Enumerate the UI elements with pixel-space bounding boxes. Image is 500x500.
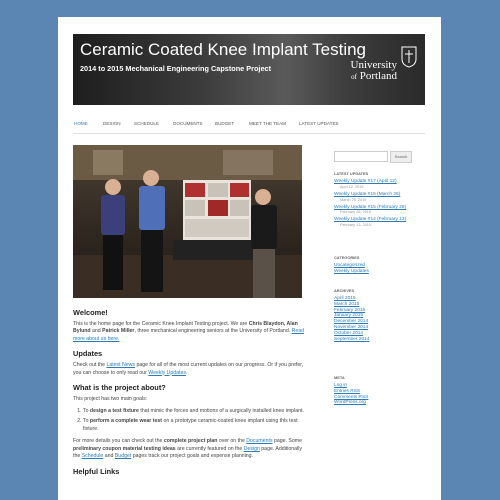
details-text-4: are currently featured on the: [175, 445, 244, 452]
nav-home[interactable]: HOME: [74, 121, 88, 126]
meta-entries-rss-link[interactable]: Entries RSS: [334, 389, 360, 394]
updates-text-1: Check out the: [73, 361, 107, 368]
updates-text-3: .: [185, 369, 188, 376]
latest-updates-title: LATEST UPDATES: [334, 171, 369, 176]
logo-text: University of Portland: [345, 60, 397, 83]
goal1-bold: design a test fixture: [89, 408, 139, 415]
university-logo: University of Portland: [345, 40, 419, 98]
goal1-post: that mimic the forces and motions of a s…: [138, 408, 304, 415]
archives-widget: ARCHIVES April 2015 March 2015 February …: [334, 288, 369, 342]
latest-updates-widget: LATEST UPDATES Weekly Update #17 (April …: [334, 171, 406, 230]
updates-heading: Updates: [73, 349, 103, 359]
meta-wordpress-link[interactable]: WordPress.org: [334, 400, 366, 405]
meta-widget: META Log in Entries RSS Comments RSS Wor…: [334, 375, 368, 406]
latest-date-2: March 25, 2015: [340, 197, 367, 202]
goal2-pre: To: [83, 417, 90, 424]
goal1-pre: To: [83, 408, 90, 415]
goals-list: To design a test fixture that mimic the …: [73, 408, 307, 433]
and-text: and: [90, 328, 103, 335]
budget-link[interactable]: Budget: [115, 453, 131, 459]
main-content: Welcome! This is the home page for the C…: [73, 302, 307, 480]
details-bold-1: complete project plan: [163, 438, 218, 445]
meta-login-link[interactable]: Log in: [334, 383, 347, 388]
site-subtitle: 2014 to 2015 Mechanical Engineering Caps…: [80, 64, 272, 73]
latest-news-link[interactable]: Latest News: [106, 362, 135, 368]
logo-portland: Portland: [359, 70, 397, 82]
details-text-3: page. Some: [272, 438, 302, 445]
archive-link[interactable]: April 2015: [334, 296, 356, 301]
goal-item-1: To design a test fixture that mimic the …: [83, 408, 307, 416]
names-2: Patrick Miller: [102, 328, 135, 335]
helpful-links-heading: Helpful Links: [73, 466, 120, 476]
logo-of: of: [351, 73, 357, 81]
archive-link[interactable]: September 2014: [334, 337, 369, 342]
category-weekly-updates[interactable]: Weekly Updates: [334, 269, 369, 274]
details-bold-2: preliminary coupon material testing idea…: [73, 445, 176, 452]
page-container: Ceramic Coated Knee Implant Testing 2014…: [58, 17, 441, 500]
latest-link-2[interactable]: Weekly Update #16 (March 26): [334, 192, 400, 197]
meta-title: META: [334, 375, 345, 380]
about-heading: What is the project about?: [73, 383, 166, 393]
team-photo-image: [73, 145, 302, 298]
nav-schedule[interactable]: SCHEDULE: [134, 121, 159, 126]
latest-link-4[interactable]: Weekly Update #14 (February 13): [334, 217, 406, 222]
updates-paragraph: Check out the Latest News page for all o…: [73, 362, 307, 377]
details-text-6: and: [103, 453, 115, 460]
welcome-text-1: This is the home page for the Ceramic Kn…: [73, 320, 249, 327]
nav-meet-the-team[interactable]: MEET THE TEAM: [249, 121, 286, 126]
welcome-text-2: , three mechanical engineering seniors a…: [134, 328, 292, 335]
team-photo: [73, 145, 302, 298]
category-uncategorized[interactable]: Uncategorized: [334, 263, 365, 268]
latest-link-1[interactable]: Weekly Update #17 (April 12): [334, 179, 397, 184]
archive-link[interactable]: March 2015: [334, 302, 359, 307]
archive-link[interactable]: December 2014: [334, 319, 368, 324]
nav-latest-updates[interactable]: LATEST UPDATES: [299, 121, 339, 126]
header-banner: Ceramic Coated Knee Implant Testing 2014…: [73, 34, 425, 105]
nav-budget[interactable]: BUDGET: [215, 121, 234, 126]
welcome-heading: Welcome!: [73, 308, 108, 317]
details-paragraph: For more details you can check out the c…: [73, 438, 307, 461]
goal2-bold: perform a complete wear test: [89, 417, 162, 424]
latest-link-3[interactable]: Weekly Update #15 (February 26): [334, 205, 406, 210]
search-input[interactable]: [334, 151, 388, 162]
categories-widget: CATEGORIES Uncategorized Weekly Updates: [334, 255, 369, 275]
details-text-2: over on the: [217, 438, 247, 445]
archive-link[interactable]: November 2014: [334, 325, 368, 330]
nav-documents[interactable]: DOCUMENTS: [173, 121, 203, 126]
welcome-paragraph: This is the home page for the Ceramic Kn…: [73, 321, 307, 344]
about-paragraph: This project has two main goals:: [73, 395, 148, 402]
archive-link[interactable]: October 2014: [334, 331, 363, 336]
design-link[interactable]: Design: [244, 446, 260, 452]
categories-title: CATEGORIES: [334, 255, 360, 260]
site-title[interactable]: Ceramic Coated Knee Implant Testing: [80, 40, 366, 60]
latest-date-3: February 26, 2015: [340, 210, 372, 215]
archives-title: ARCHIVES: [334, 288, 355, 293]
goal-item-2: To perform a complete wear test on a pro…: [83, 418, 307, 433]
crest-icon: [401, 46, 417, 68]
archive-link[interactable]: January 2015: [334, 313, 363, 318]
weekly-updates-link[interactable]: Weekly Updates: [148, 370, 186, 376]
schedule-link[interactable]: Schedule: [82, 453, 104, 459]
archive-link[interactable]: February 2015: [334, 308, 365, 313]
documents-link[interactable]: Documents: [246, 438, 272, 444]
main-nav: HOME DESIGN SCHEDULE DOCUMENTS BUDGET ME…: [73, 117, 425, 134]
meta-comments-rss-link[interactable]: Comments RSS: [334, 395, 368, 400]
nav-design[interactable]: DESIGN: [103, 121, 121, 126]
details-text-1: For more details you can check out the: [73, 438, 164, 445]
latest-date-1: April 12, 2015: [340, 184, 364, 189]
search-button[interactable]: Search: [390, 151, 412, 163]
latest-date-4: February 13, 2015: [340, 223, 372, 228]
details-text-7: pages track our project goals and expens…: [131, 453, 253, 460]
